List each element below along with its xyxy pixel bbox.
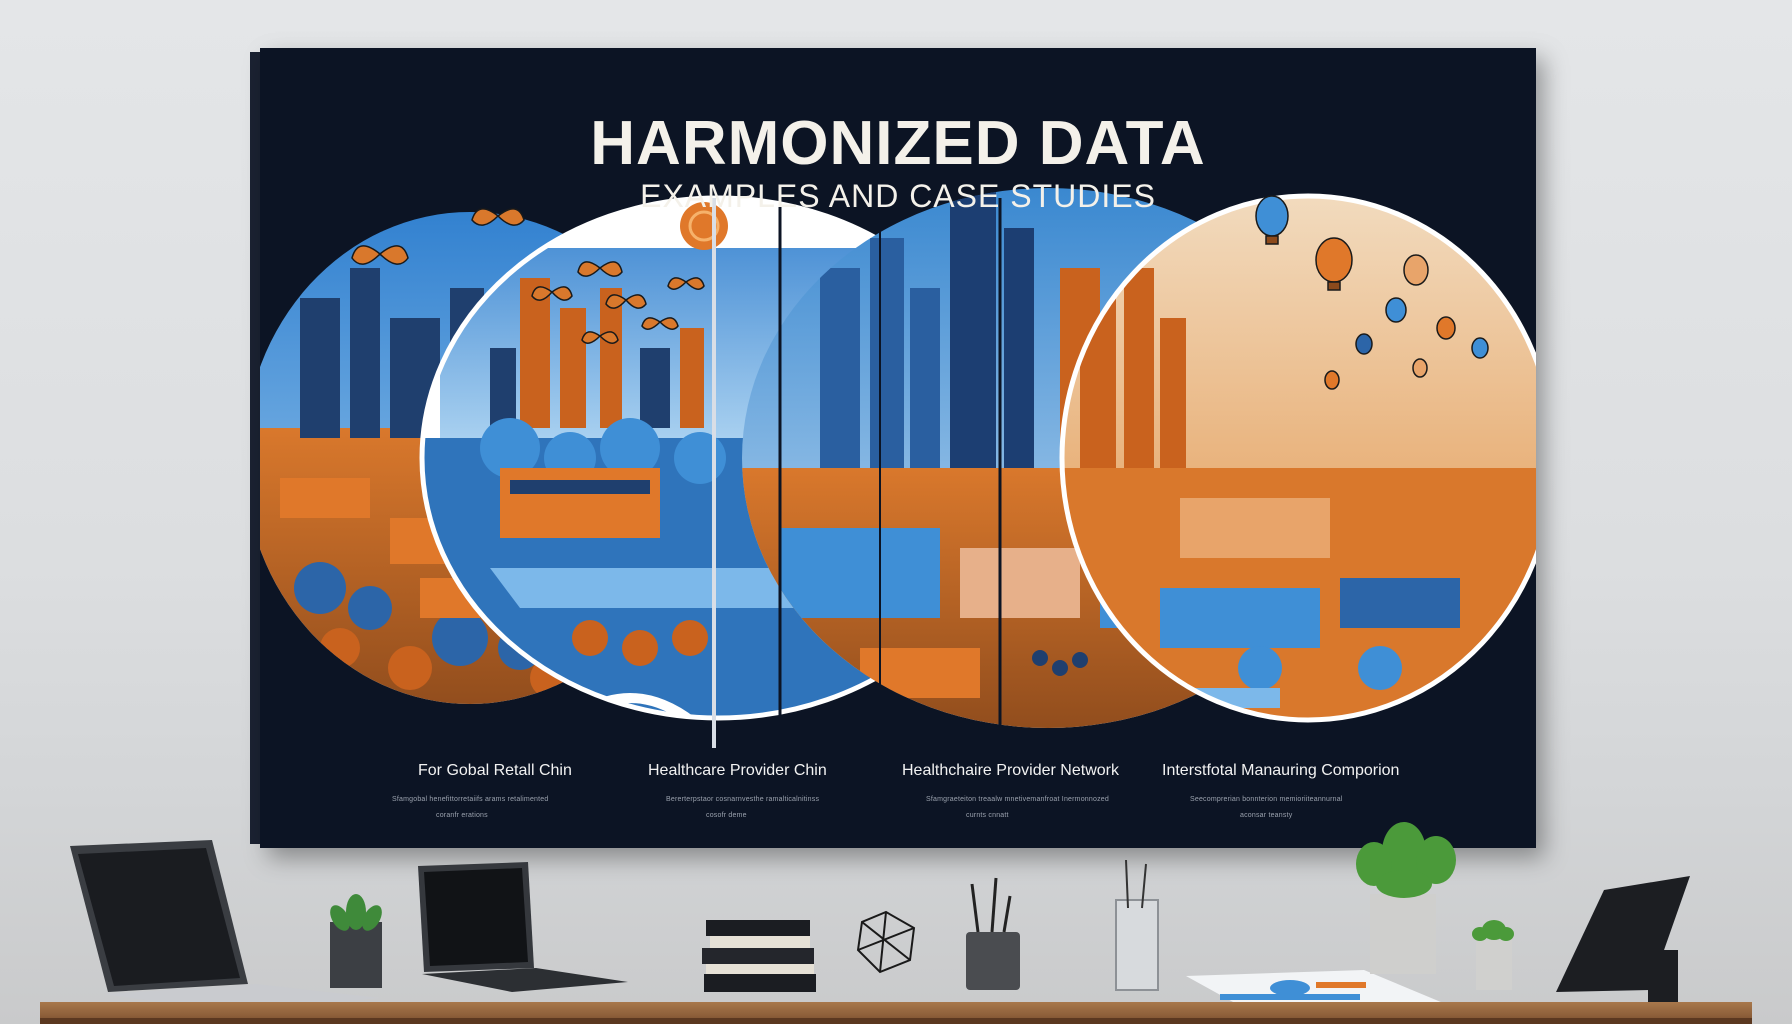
potted-plant-icon xyxy=(1472,920,1514,990)
glass-cup xyxy=(1115,859,1159,991)
desk-edge xyxy=(40,1018,1752,1024)
potted-plant-icon xyxy=(330,894,382,988)
poster: HARMONIZED DATA EXAMPLES AND CASE STUDIE… xyxy=(260,48,1536,848)
potted-plant-icon xyxy=(1356,822,1456,974)
laptop-icon xyxy=(418,862,628,992)
poster-title: HARMONIZED DATA xyxy=(590,109,1206,178)
panel-3-caption: Healthchaire Provider Network xyxy=(902,762,1119,779)
panel-1-caption: For Gobal Retall Chin xyxy=(418,762,572,779)
office-chair xyxy=(1556,876,1690,1010)
poster-subtitle: EXAMPLES AND CASE STUDIES xyxy=(640,178,1156,214)
book-stack xyxy=(702,920,816,992)
pen-cup xyxy=(966,877,1020,990)
geometric-decor xyxy=(856,910,916,974)
desk-scene xyxy=(70,822,1690,1018)
scene: HARMONIZED DATA EXAMPLES AND CASE STUDIE… xyxy=(0,0,1792,1024)
panel-4-caption: Interstfotal Manauring Comporion xyxy=(1162,762,1400,779)
panel-2-caption: Healthcare Provider Chin xyxy=(648,762,827,779)
